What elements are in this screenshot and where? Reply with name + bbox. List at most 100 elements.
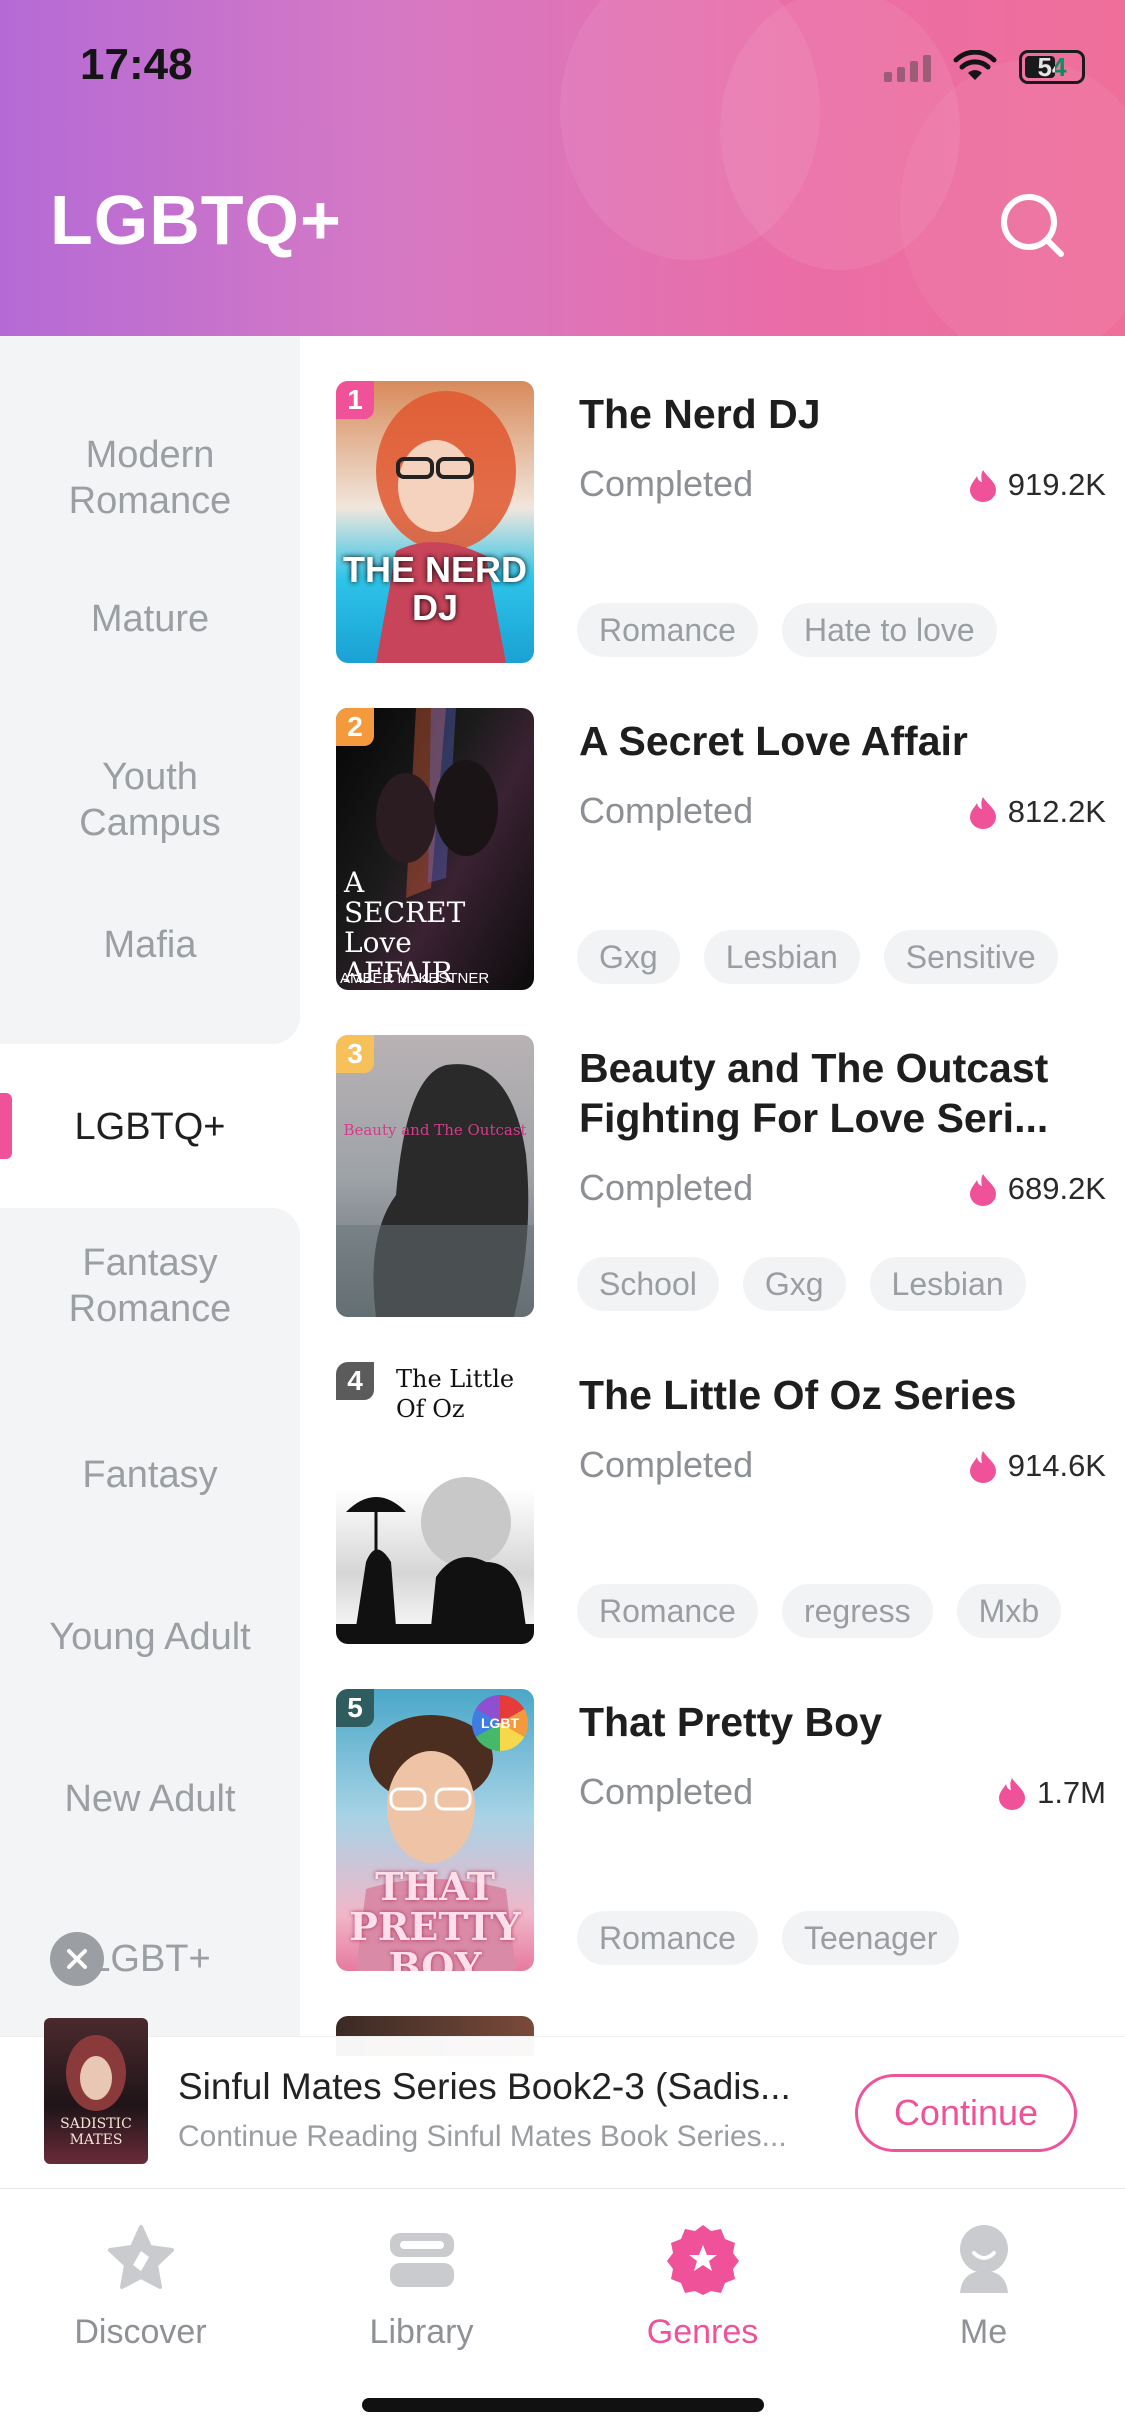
tag[interactable]: Romance — [577, 1911, 758, 1965]
tag-list: Romance Teenager — [577, 1911, 960, 1965]
tag[interactable]: School — [577, 1257, 719, 1311]
book-status: Completed — [579, 1771, 754, 1812]
home-indicator[interactable] — [362, 2398, 764, 2412]
tag[interactable]: Lesbian — [703, 930, 860, 984]
continue-book-cover[interactable]: SADISTIC MATES — [44, 2018, 148, 2164]
tag-list: Romance regress Mxb — [577, 1584, 1062, 1638]
tag[interactable]: Mxb — [956, 1584, 1062, 1638]
read-count-value: 812.2K — [1007, 794, 1106, 829]
book-cover[interactable]: A SECRET Love AFFAIR AMBER M. KESTNER 2 — [336, 708, 534, 990]
battery-level: 54 — [1037, 51, 1067, 82]
library-icon — [389, 2233, 454, 2287]
tab-label: Library — [369, 2313, 474, 2351]
rank-badge: 4 — [336, 1362, 374, 1400]
page-title: LGBTQ+ — [50, 181, 342, 259]
book-title[interactable]: The Nerd DJ — [579, 389, 1099, 439]
tag[interactable]: Sensitive — [883, 930, 1058, 984]
book-title[interactable]: A Secret Love Affair — [579, 716, 1099, 766]
sidebar-item-new-adult[interactable]: New Adult — [0, 1776, 300, 1822]
wifi-icon — [953, 50, 997, 80]
book-title[interactable]: Beauty and The Outcast Fighting For Love… — [579, 1043, 1099, 1143]
read-count: 689.2K — [968, 1171, 1106, 1207]
tag-list: Gxg Lesbian Sensitive — [577, 930, 1058, 984]
tab-library[interactable]: Library — [281, 2189, 562, 2379]
tag[interactable]: Romance — [577, 603, 758, 657]
tab-label: Discover — [74, 2313, 207, 2351]
tab-genres[interactable]: Genres — [562, 2189, 843, 2379]
close-banner-button[interactable] — [50, 1932, 104, 1986]
tag[interactable]: Teenager — [781, 1911, 960, 1965]
rank-badge: 5 — [336, 1689, 374, 1727]
book-item[interactable]: THAT PRETTY BOY LGBT 5 That Pretty Boy C… — [336, 1689, 1106, 1971]
genres-icon — [666, 2225, 739, 2295]
book-cover[interactable]: THAT PRETTY BOY LGBT 5 — [336, 1689, 534, 1971]
continue-button[interactable]: Continue — [855, 2074, 1077, 2152]
rank-badge: 2 — [336, 708, 374, 746]
book-title[interactable]: The Little Of Oz Series — [579, 1370, 1099, 1420]
cover-title: Beauty and The Outcast — [343, 1121, 527, 1139]
tab-me[interactable]: Me — [843, 2189, 1124, 2379]
lgbt-badge: LGBT — [472, 1695, 528, 1751]
cellular-signal-icon — [884, 52, 931, 82]
fire-icon — [969, 470, 996, 502]
book-item[interactable]: THE NERD DJ 1 The Nerd DJ Completed 919.… — [336, 381, 1106, 663]
cover-title: THAT PRETTY BOY — [349, 1864, 521, 1972]
read-count: 919.2K — [968, 467, 1106, 503]
tag[interactable]: Hate to love — [781, 603, 997, 657]
read-count-value: 919.2K — [1007, 467, 1106, 502]
book-cover[interactable]: THE NERD DJ 1 — [336, 381, 534, 663]
book-title[interactable]: That Pretty Boy — [579, 1697, 1099, 1747]
book-item[interactable]: Beauty and The Outcast 3 Beauty and The … — [336, 1035, 1106, 1317]
read-count: 1.7M — [997, 1775, 1106, 1811]
book-status: Completed — [579, 790, 754, 831]
cover-art — [336, 1064, 534, 1317]
tag[interactable]: Gxg — [577, 930, 680, 984]
sidebar-item-fantasy[interactable]: Fantasy — [0, 1452, 300, 1498]
book-status: Completed — [579, 463, 754, 504]
genre-header: 17:48 54 LGBTQ+ — [0, 0, 1125, 336]
tag[interactable]: regress — [781, 1584, 933, 1638]
book-item[interactable]: The Little Of Oz 4 The Little Of Oz Seri… — [336, 1362, 1106, 1644]
tag[interactable]: Gxg — [742, 1257, 846, 1311]
tag-list: School Gxg Lesbian — [577, 1257, 1026, 1311]
read-count: 914.6K — [968, 1448, 1106, 1484]
battery-icon: 54 — [1019, 50, 1085, 84]
read-count: 812.2K — [968, 794, 1106, 830]
tag[interactable]: Lesbian — [869, 1257, 1026, 1311]
search-icon[interactable] — [995, 188, 1069, 262]
tab-label: Genres — [646, 2313, 759, 2351]
cover-title: The Little Of Oz — [396, 1365, 515, 1423]
fire-icon — [969, 797, 996, 829]
book-item[interactable]: A SECRET Love AFFAIR AMBER M. KESTNER 2 … — [336, 708, 1106, 990]
fire-icon — [969, 1174, 996, 1206]
sidebar-item-mature[interactable]: Mature — [0, 596, 300, 642]
continue-title[interactable]: Sinful Mates Series Book2-3 (Sadis... — [178, 2066, 791, 2108]
sidebar-item-mafia[interactable]: Mafia — [0, 922, 300, 968]
close-icon — [67, 1949, 87, 1969]
sidebar-item-lgbtq[interactable]: LGBTQ+ — [0, 1104, 300, 1150]
rank-badge: 3 — [336, 1035, 374, 1073]
sidebar-item-fantasy-romance[interactable]: Fantasy Romance — [0, 1240, 300, 1332]
continue-cover-title: SADISTIC MATES — [60, 2116, 132, 2148]
sidebar-item-modern-romance[interactable]: Modern Romance — [0, 432, 300, 524]
sidebar-item-lgbt[interactable]: LGBT+ — [0, 1936, 300, 1982]
genre-sidebar: Modern Romance Mature Youth Campus Mafia… — [0, 336, 300, 2108]
sidebar-item-young-adult[interactable]: Young Adult — [0, 1614, 300, 1660]
book-status: Completed — [579, 1167, 754, 1208]
sidebar-item-youth-campus[interactable]: Youth Campus — [0, 754, 300, 846]
fire-icon — [999, 1778, 1026, 1810]
cover-author: AMBER M. KESTNER — [340, 970, 490, 987]
tab-discover[interactable]: Discover — [0, 2189, 281, 2379]
book-cover[interactable]: Beauty and The Outcast 3 — [336, 1035, 534, 1317]
status-icons: 54 — [884, 44, 1085, 90]
me-icon — [959, 2225, 1008, 2293]
fire-icon — [969, 1451, 996, 1483]
rank-badge: 1 — [336, 381, 374, 419]
continue-subtitle: Continue Reading Sinful Mates Book Serie… — [178, 2120, 787, 2153]
tab-label: Me — [959, 2313, 1008, 2351]
book-cover[interactable]: The Little Of Oz 4 — [336, 1362, 534, 1644]
tag-list: Romance Hate to love — [577, 603, 997, 657]
book-status: Completed — [579, 1444, 754, 1485]
read-count-value: 914.6K — [1007, 1448, 1106, 1483]
tag[interactable]: Romance — [577, 1584, 758, 1638]
